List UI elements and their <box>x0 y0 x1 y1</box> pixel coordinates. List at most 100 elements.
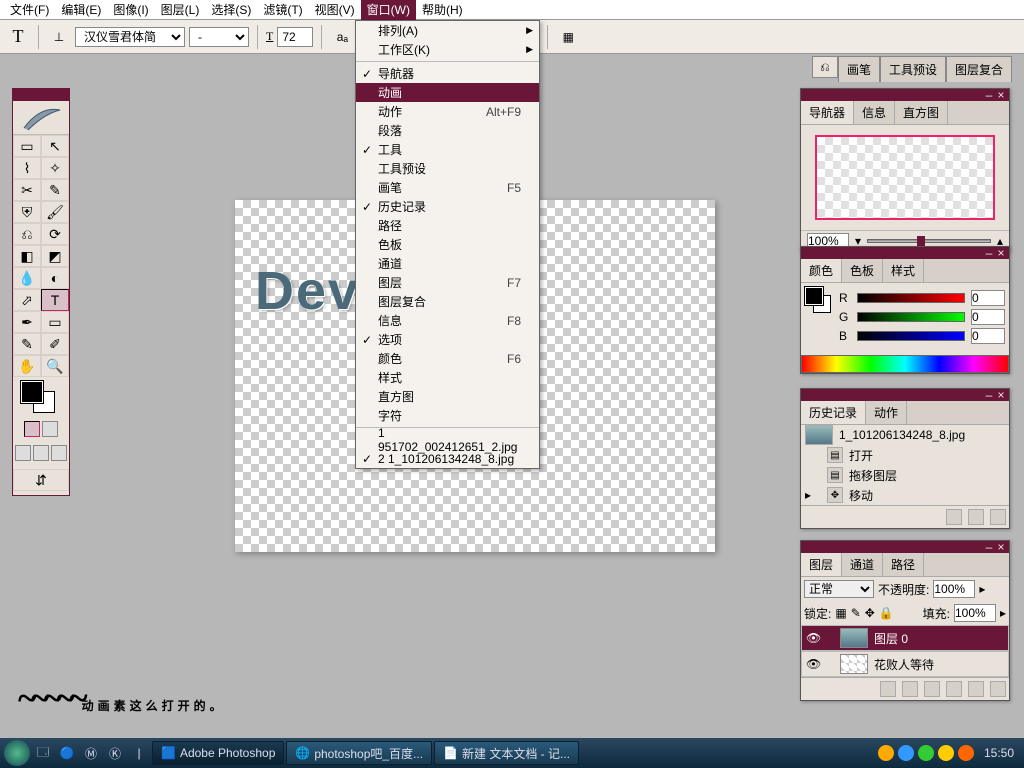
notes-tool[interactable]: ✎ <box>13 333 41 355</box>
quicklaunch-icon[interactable]: Ⓜ <box>80 742 102 764</box>
minimize-icon[interactable]: – <box>983 88 995 102</box>
taskbar-task[interactable]: 📄新建 文本文档 - 记... <box>434 741 579 765</box>
r-slider[interactable] <box>857 293 965 303</box>
screen-full-icon[interactable] <box>51 445 67 461</box>
new-doc-from-state-icon[interactable] <box>946 509 962 525</box>
b-slider[interactable] <box>857 331 965 341</box>
window-menu-item[interactable]: ✓2 1_101206134248_8.jpg <box>356 449 539 468</box>
window-menu-item[interactable]: 排列(A)▶ <box>356 21 539 40</box>
close-icon[interactable]: × <box>995 540 1007 554</box>
menu-view[interactable]: 视图(V) <box>309 0 361 20</box>
menu-select[interactable]: 选择(S) <box>205 0 257 20</box>
delete-layer-icon[interactable] <box>990 681 1006 697</box>
layer-thumbnail[interactable] <box>840 654 868 674</box>
navigator-thumbnail[interactable] <box>815 135 995 220</box>
window-menu-item[interactable]: 路径 <box>356 216 539 235</box>
menu-help[interactable]: 帮助(H) <box>416 0 469 20</box>
window-menu-item[interactable]: 工作区(K)▶ <box>356 40 539 59</box>
quicklaunch-icon[interactable]: 🔵 <box>56 742 78 764</box>
palette-well-icon[interactable]: ⎌ <box>812 56 838 78</box>
zoom-tool[interactable]: 🔍 <box>41 355 69 377</box>
dodge-tool[interactable]: ◐ <box>41 267 69 289</box>
color-ramp[interactable] <box>801 355 1009 373</box>
lock-all-icon[interactable]: 🔒 <box>879 606 894 620</box>
wand-tool[interactable]: ✧ <box>41 157 69 179</box>
tray-icon[interactable] <box>938 745 954 761</box>
quicklaunch-icon[interactable]: Ⓚ <box>104 742 126 764</box>
window-menu-item[interactable]: 样式 <box>356 368 539 387</box>
minimize-icon[interactable]: – <box>983 388 995 402</box>
visibility-icon[interactable]: 👁 <box>806 631 820 645</box>
window-menu-item[interactable]: 色板 <box>356 235 539 254</box>
window-menu-item[interactable]: 图层F7 <box>356 273 539 292</box>
blend-mode-select[interactable]: 正常 <box>804 580 874 598</box>
quicklaunch-icon[interactable]: 🗔 <box>32 742 54 764</box>
brush-tool[interactable]: 🖌 <box>41 201 69 223</box>
color-picker[interactable] <box>13 377 69 417</box>
layer-mask-icon[interactable] <box>902 681 918 697</box>
window-menu-item[interactable]: 字符 <box>356 406 539 425</box>
blur-tool[interactable]: 💧 <box>13 267 41 289</box>
lock-paint-icon[interactable]: ✎ <box>851 606 861 620</box>
fill-input[interactable] <box>954 604 996 622</box>
jump-to-imageready-icon[interactable]: ⇵ <box>13 469 69 491</box>
layer-item[interactable]: 👁 图层 0 <box>801 625 1009 651</box>
tab-layers[interactable]: 图层 <box>801 553 842 576</box>
fill-arrow-icon[interactable]: ▸ <box>1000 606 1006 620</box>
color-fgbg[interactable] <box>805 287 833 315</box>
window-menu-item[interactable]: 1 951702_002412651_2.jpg <box>356 430 539 449</box>
visibility-icon[interactable]: 👁 <box>806 657 820 671</box>
tab-swatches[interactable]: 色板 <box>842 259 883 282</box>
menu-filter[interactable]: 滤镜(T) <box>257 0 308 20</box>
tab-info[interactable]: 信息 <box>854 101 895 124</box>
g-slider[interactable] <box>857 312 965 322</box>
window-menu-item[interactable]: ✓历史记录 <box>356 197 539 216</box>
path-select-tool[interactable]: ⬀ <box>13 289 41 311</box>
layer-thumbnail[interactable] <box>840 628 868 648</box>
font-style-select[interactable]: - <box>189 27 249 47</box>
taskbar-task[interactable]: 🌐photoshop吧_百度... <box>286 741 432 765</box>
window-menu-item[interactable]: 图层复合 <box>356 292 539 311</box>
hand-tool[interactable]: ✋ <box>13 355 41 377</box>
taskbar-task[interactable]: 🟦Adobe Photoshop <box>152 741 284 765</box>
tab-navigator[interactable]: 导航器 <box>801 101 854 124</box>
window-menu-item[interactable]: ✓导航器 <box>356 64 539 83</box>
screen-standard-icon[interactable] <box>15 445 31 461</box>
tray-icon[interactable] <box>898 745 914 761</box>
opacity-input[interactable] <box>933 580 975 598</box>
window-menu-item[interactable]: ✓选项 <box>356 330 539 349</box>
font-size-input[interactable] <box>277 27 313 47</box>
new-snapshot-icon[interactable] <box>968 509 984 525</box>
menu-layer[interactable]: 图层(L) <box>155 0 206 20</box>
lasso-tool[interactable]: ⌇ <box>13 157 41 179</box>
close-icon[interactable]: × <box>995 246 1007 260</box>
toolbox-titlebar[interactable] <box>13 89 69 101</box>
window-menu-item[interactable]: 直方图 <box>356 387 539 406</box>
move-tool[interactable]: ↖ <box>41 135 69 157</box>
history-step[interactable]: ▤打开 <box>801 445 1009 465</box>
window-menu-item[interactable]: ✓工具 <box>356 140 539 159</box>
menu-image[interactable]: 图像(I) <box>107 0 154 20</box>
delete-state-icon[interactable] <box>990 509 1006 525</box>
window-menu-item[interactable]: 画笔F5 <box>356 178 539 197</box>
type-tool[interactable]: T <box>41 289 69 311</box>
taskbar-clock[interactable]: 15:50 <box>978 746 1020 760</box>
adjustment-layer-icon[interactable] <box>946 681 962 697</box>
foreground-color-swatch[interactable] <box>21 381 43 403</box>
heal-tool[interactable]: ⛨ <box>13 201 41 223</box>
font-family-select[interactable]: 汉仪雪君体简 <box>75 27 185 47</box>
minimize-icon[interactable]: – <box>983 246 995 260</box>
tab-paths[interactable]: 路径 <box>883 553 924 576</box>
stamp-tool[interactable]: ⎌ <box>13 223 41 245</box>
history-step[interactable]: ▤拖移图层 <box>801 465 1009 485</box>
history-brush-tool[interactable]: ⟳ <box>41 223 69 245</box>
tab-history[interactable]: 历史记录 <box>801 401 866 424</box>
eyedropper-tool[interactable]: ✐ <box>41 333 69 355</box>
window-menu-item[interactable]: 通道 <box>356 254 539 273</box>
gradient-tool[interactable]: ◩ <box>41 245 69 267</box>
antialias-icon[interactable]: aₐ <box>330 25 354 49</box>
zoom-slider[interactable] <box>867 239 991 243</box>
history-step[interactable]: ▸✥移动 <box>801 485 1009 505</box>
window-menu-item[interactable]: 信息F8 <box>356 311 539 330</box>
standard-mode-icon[interactable] <box>24 421 40 437</box>
